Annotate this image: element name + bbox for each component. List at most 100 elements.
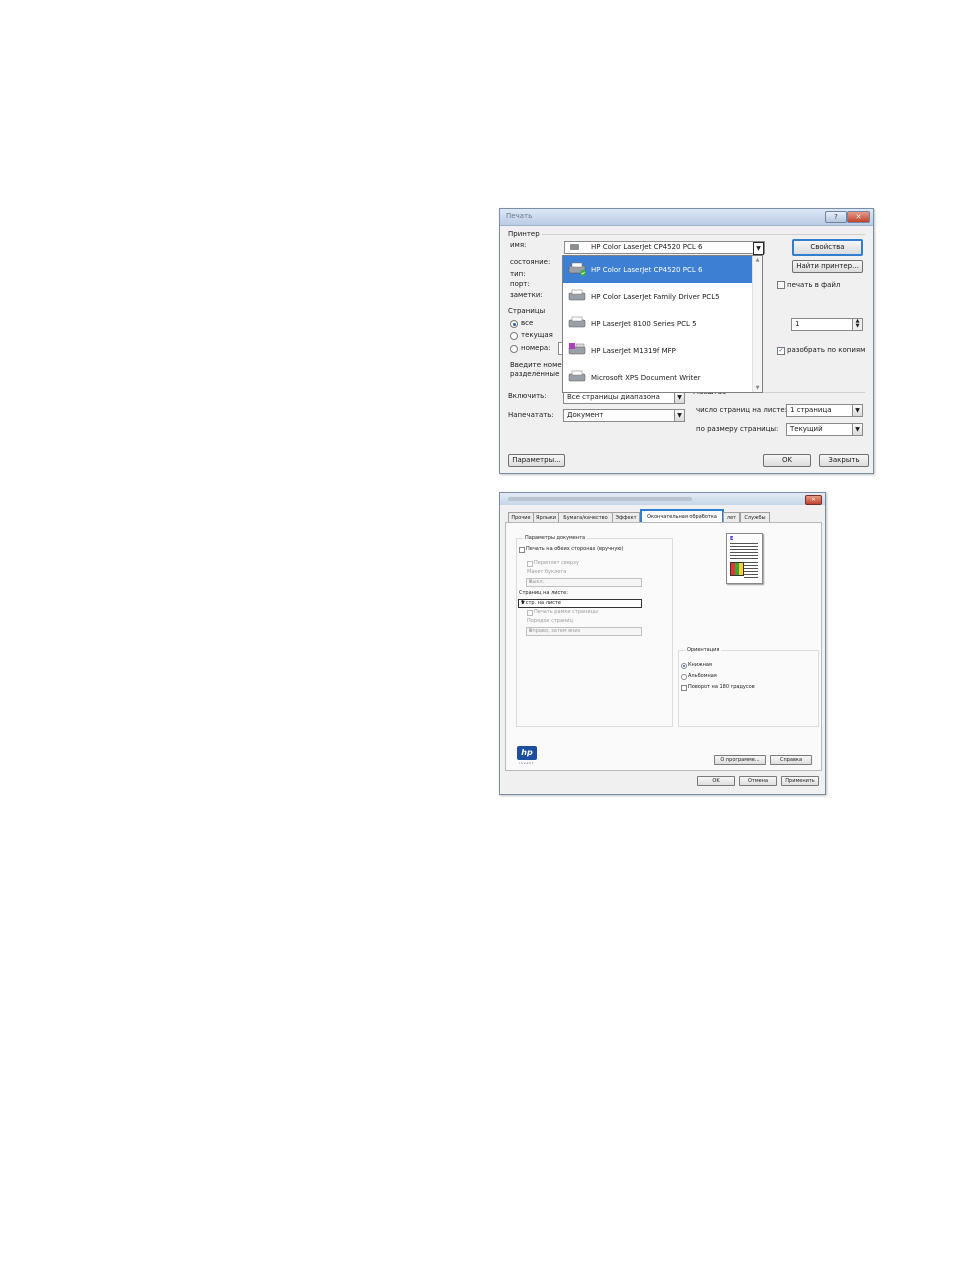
- printer-list-item[interactable]: HP LaserJet M1319f MFP: [563, 337, 752, 364]
- printer-list-item[interactable]: HP Color LaserJet CP4520 PCL 6: [563, 256, 752, 283]
- page-hint-line2: разделенные з: [510, 370, 566, 378]
- page-numbers-radio[interactable]: [510, 345, 518, 353]
- copies-value: 1: [795, 320, 800, 328]
- hp-logo: hp: [517, 746, 537, 760]
- printer-icon: [567, 289, 587, 303]
- orientation-label: Ориентация: [685, 647, 722, 653]
- options-button[interactable]: Параметры...: [508, 454, 565, 467]
- document-options-label: Параметры документа: [523, 535, 588, 541]
- printer-group-label: Принтер: [508, 230, 540, 238]
- print-to-file-checkbox[interactable]: [777, 281, 785, 289]
- cancel-button[interactable]: Отмена: [739, 776, 777, 786]
- pages-per-sheet-label: Страниц на листе:: [519, 590, 568, 596]
- close-window-button[interactable]: ✕: [847, 211, 870, 223]
- scroll-up-icon[interactable]: ▲: [753, 257, 762, 263]
- printer-default-icon: [567, 262, 587, 276]
- pages-per-sheet-select[interactable]: 1 стр. на листе ▼: [518, 599, 642, 608]
- type-label: тип:: [510, 270, 526, 278]
- help-button[interactable]: Справка: [770, 755, 812, 765]
- copies-stepper[interactable]: ▲ ▼: [852, 319, 862, 330]
- printer-name-value: HP Color LaserJet CP4520 PCL 6: [591, 243, 703, 251]
- print-what-select[interactable]: Документ ▼: [563, 409, 685, 422]
- all-pages-radio[interactable]: [510, 320, 518, 328]
- portrait-label: Книжная: [688, 662, 712, 668]
- page-order-label: Порядок страниц: [527, 618, 573, 624]
- print-what-label: Напечатать:: [508, 411, 554, 419]
- mfp-icon: [567, 343, 587, 357]
- chevron-down-icon[interactable]: ▼: [521, 600, 639, 607]
- collate-label: разобрать по копиям: [787, 346, 866, 354]
- rotate-180-label: Поворот на 180 градусов: [688, 684, 755, 690]
- ok-button[interactable]: OK: [697, 776, 735, 786]
- preview-letter-e: E: [730, 536, 734, 542]
- printer-list-item[interactable]: Microsoft XPS Document Writer: [563, 364, 752, 391]
- status-label: состояние:: [510, 258, 551, 266]
- properties-button[interactable]: Свойства: [792, 239, 863, 256]
- notes-label: заметки:: [510, 291, 543, 299]
- ok-button[interactable]: OK: [763, 454, 811, 467]
- flip-top-checkbox: [527, 561, 533, 567]
- printer-dropdown-list: HP Color LaserJet CP4520 PCL 6 HP Color …: [562, 255, 763, 393]
- preview-side-lines: [744, 562, 758, 578]
- duplex-checkbox[interactable]: [519, 547, 525, 553]
- properties-title-blurred: [508, 497, 692, 501]
- copies-input[interactable]: 1 ▲ ▼: [791, 318, 863, 331]
- printer-list-item[interactable]: HP Color LaserJet Family Driver PCL5: [563, 283, 752, 310]
- page-order-select: Вправо, затем вниз ▾: [526, 627, 642, 636]
- rotate-180-checkbox[interactable]: [681, 685, 687, 691]
- booklet-select: Выкл. ▾: [526, 578, 642, 587]
- hp-logo-text: hp: [521, 748, 533, 757]
- finishing-tab-page: Параметры документа Печать на обеих стор…: [505, 522, 822, 771]
- close-button[interactable]: Закрыть: [819, 454, 869, 467]
- page-numbers-label: номера:: [521, 344, 551, 352]
- properties-titlebar[interactable]: ✕: [500, 493, 825, 505]
- name-label: имя:: [510, 241, 527, 249]
- chevron-down-icon[interactable]: ▼: [753, 242, 764, 255]
- about-button[interactable]: О программе...: [714, 755, 766, 765]
- preview-chart-icon: [730, 562, 744, 576]
- help-icon: ?: [834, 213, 838, 221]
- close-icon: ✕: [811, 497, 816, 503]
- printer-list-item[interactable]: HP LaserJet 8100 Series PCL 5: [563, 310, 752, 337]
- printer-properties-dialog: ✕ Прочие Ярлыки Бумага/качество Эффект О…: [499, 492, 826, 795]
- page-hint-line1: Введите номер: [510, 361, 567, 369]
- chevron-down-icon[interactable]: ▼: [852, 405, 862, 416]
- booklet-label: Макет буклета: [527, 569, 567, 575]
- printer-name-select[interactable]: HP Color LaserJet CP4520 PCL 6 ▼: [564, 241, 765, 255]
- portrait-radio[interactable]: [681, 663, 687, 669]
- pages-per-sheet-select[interactable]: 1 страница ▼: [786, 404, 863, 417]
- chevron-down-icon[interactable]: ▼: [674, 410, 684, 421]
- print-dialog-title: Печать: [506, 212, 533, 220]
- apply-button[interactable]: Применить: [781, 776, 819, 786]
- flip-top-label: Переплет сверху: [534, 560, 579, 566]
- chevron-down-icon[interactable]: ▼: [852, 424, 862, 435]
- page-borders-label: Печать рамки страницы: [534, 609, 598, 615]
- chevron-down-icon: ▾: [529, 628, 532, 634]
- help-button[interactable]: ?: [825, 211, 847, 223]
- collate-checkbox[interactable]: ✓: [777, 347, 785, 355]
- current-page-radio[interactable]: [510, 332, 518, 340]
- close-window-button[interactable]: ✕: [805, 495, 822, 505]
- fit-to-page-select[interactable]: Текущий ▼: [786, 423, 863, 436]
- preview-text-lines: [730, 543, 758, 559]
- find-printer-button[interactable]: Найти принтер...: [792, 260, 863, 273]
- landscape-label: Альбомная: [688, 673, 717, 679]
- chevron-down-icon[interactable]: ▼: [674, 392, 684, 403]
- dropdown-scrollbar[interactable]: ▲ ▼: [752, 256, 762, 392]
- duplex-label: Печать на обеих сторонах (вручную): [526, 546, 624, 552]
- scroll-down-icon[interactable]: ▼: [753, 385, 762, 391]
- close-icon: ✕: [855, 213, 862, 221]
- printer-icon: [567, 370, 587, 384]
- page-preview-image: E: [726, 533, 763, 584]
- print-dialog: Печать ? ✕ Принтер имя: HP Color LaserJe…: [499, 208, 874, 474]
- printer-icon: [567, 316, 587, 330]
- print-dialog-titlebar[interactable]: Печать ? ✕: [500, 209, 873, 226]
- printer-group-line: [542, 234, 865, 235]
- fit-to-page-label: по размеру страницы:: [696, 425, 779, 433]
- hp-logo-sub: invent: [519, 761, 535, 765]
- include-label: Включить:: [508, 392, 547, 400]
- pages-per-sheet-label: число страниц на листе:: [696, 406, 787, 414]
- print-to-file-label: печать в файл: [787, 281, 841, 289]
- port-label: порт:: [510, 280, 530, 288]
- landscape-radio[interactable]: [681, 674, 687, 680]
